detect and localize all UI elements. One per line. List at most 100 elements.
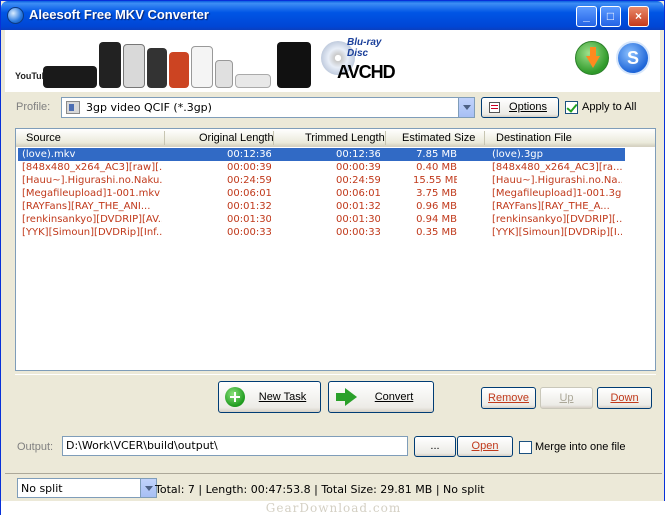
cell-original-length: 00:12:36 — [227, 149, 271, 160]
column-header-source[interactable]: Source — [26, 132, 61, 144]
s-logo-button[interactable]: S — [616, 41, 650, 75]
cell-trimmed-length: 00:00:39 — [336, 162, 380, 173]
cell-source: [Hauu~].Higurashi.no.Naku... — [22, 175, 162, 186]
plus-icon — [225, 387, 245, 407]
cell-destination-file: [Hauu~].Higurashi.no.Na... — [492, 175, 622, 186]
profile-value: 3gp video QCIF (*.3gp) — [86, 101, 212, 114]
cell-original-length: 00:00:39 — [227, 162, 271, 173]
cell-original-length: 00:01:30 — [227, 214, 271, 225]
convert-button[interactable]: Convert — [328, 381, 434, 413]
convert-label: Convert — [374, 391, 414, 403]
window-title: Aleesoft Free MKV Converter — [29, 7, 209, 22]
cell-destination-file: [848x480_x264_AC3][ra... — [492, 162, 622, 173]
cell-trimmed-length: 00:01:30 — [336, 214, 380, 225]
table-row[interactable]: [RAYFans][RAY_THE_ANI... 00:01:32 00:01:32… — [16, 200, 655, 213]
device-banner: YouTube Blu-ray Disc AVCHD S — [5, 30, 660, 92]
walkman-device — [169, 52, 189, 88]
cell-trimmed-length: 00:01:32 — [336, 201, 380, 212]
phone-device — [99, 42, 121, 88]
cell-trimmed-length: 00:06:01 — [336, 188, 380, 199]
avchd-label: AVCHD — [337, 62, 396, 82]
watermark: GearDownload.com — [1, 501, 665, 515]
profile-dropdown[interactable]: 3gp video QCIF (*.3gp) — [61, 97, 475, 118]
ipod-device — [123, 44, 145, 88]
cell-estimated-size: 0.35 MB — [416, 227, 457, 238]
status-summary: Total: 7 | Length: 00:47:53.8 | Total Si… — [155, 483, 485, 496]
column-header-original-length[interactable]: Original Length — [199, 132, 274, 144]
split-value: No split — [21, 482, 63, 495]
cell-source: (love).mkv — [22, 149, 76, 160]
column-header-trimmed-length[interactable]: Trimmed Length — [305, 132, 385, 144]
cell-source: [renkinsankyo][DVDRIP][AV... — [22, 214, 162, 225]
table-row[interactable]: [renkinsankyo][DVDRIP][AV... 00:01:30 00:0… — [16, 213, 655, 226]
cell-estimated-size: 7.85 MB — [416, 149, 457, 160]
minimize-button[interactable]: _ — [576, 6, 597, 27]
ipod-device — [191, 46, 213, 88]
cell-destination-file: [YYK][Simoun][DVDRip][I... — [492, 227, 622, 238]
cell-destination-file: (love).3gp — [492, 149, 544, 160]
profile-label: Profile: — [16, 101, 51, 113]
device-illustration: YouTube — [15, 36, 315, 88]
cell-destination-file: [Megafileupload]1-001.3gp — [492, 188, 622, 199]
options-icon — [489, 102, 500, 113]
list-header: Source Original Length Trimmed Length Es… — [16, 129, 655, 147]
close-button[interactable]: × — [628, 6, 649, 27]
up-button[interactable]: Up — [540, 387, 593, 409]
browse-button[interactable]: ... — [414, 436, 456, 457]
video-file-icon — [66, 101, 80, 114]
new-task-label: New Task — [258, 391, 307, 403]
down-button[interactable]: Down — [597, 387, 652, 409]
console-device — [235, 74, 271, 88]
column-header-destination-file[interactable]: Destination File — [496, 132, 572, 144]
options-button[interactable]: Options — [481, 97, 559, 118]
options-label: Options — [509, 101, 547, 113]
table-row[interactable]: [YYK][Simoun][DVDRip][Inf... 00:00:33 00:0… — [16, 226, 655, 239]
table-row[interactable]: [Hauu~].Higurashi.no.Naku... 00:24:59 00:2… — [16, 174, 655, 187]
cell-estimated-size: 0.40 MB — [416, 162, 457, 173]
profile-row: Profile: 3gp video QCIF (*.3gp) Options … — [11, 93, 656, 121]
cell-original-length: 00:06:01 — [227, 188, 271, 199]
ipad-device — [277, 42, 311, 88]
cell-source: [YYK][Simoun][DVDRip][Inf... — [22, 227, 162, 238]
output-label: Output: — [17, 441, 54, 453]
cell-destination-file: [renkinsankyo][DVDRIP][... — [492, 214, 622, 225]
phone-device — [147, 48, 167, 88]
chevron-down-icon[interactable] — [140, 479, 156, 497]
open-folder-button[interactable]: Open — [457, 436, 513, 457]
split-dropdown[interactable]: No split — [17, 478, 157, 498]
maximize-button[interactable]: □ — [600, 6, 621, 27]
app-icon — [7, 7, 24, 24]
cell-trimmed-length: 00:24:59 — [336, 175, 380, 186]
convert-arrow-icon — [336, 388, 358, 406]
table-row[interactable]: [848x480_x264_AC3][raw][... 00:00:39 00:00… — [16, 161, 655, 174]
output-path-field[interactable]: D:\Work\VCER\build\output\ — [62, 436, 408, 456]
apply-to-all-checkbox[interactable] — [565, 101, 578, 114]
ipod-nano-device — [215, 60, 233, 88]
cell-source: [848x480_x264_AC3][raw][... — [22, 162, 162, 173]
remove-button[interactable]: Remove — [481, 387, 536, 409]
title-bar[interactable]: Aleesoft Free MKV Converter _ □ × — [1, 1, 664, 30]
cell-estimated-size: 3.75 MB — [416, 188, 457, 199]
cell-original-length: 00:00:33 — [227, 227, 271, 238]
file-list[interactable]: Source Original Length Trimmed Length Es… — [15, 128, 656, 371]
bluray-label: Blu-ray Disc — [347, 37, 382, 59]
table-row[interactable]: [Megafileupload]1-001.mkv 00:06:01 00:06:0… — [16, 187, 655, 200]
cell-original-length: 00:01:32 — [227, 201, 271, 212]
column-header-estimated-size[interactable]: Estimated Size — [402, 132, 475, 144]
chevron-down-icon[interactable] — [458, 98, 474, 117]
cell-original-length: 00:24:59 — [227, 175, 271, 186]
merge-checkbox[interactable] — [519, 441, 532, 454]
bluray-avchd-logo: Blu-ray Disc AVCHD — [321, 37, 397, 85]
status-bar: No split Total: 7 | Length: 00:47:53.8 |… — [5, 473, 662, 501]
cell-source: [RAYFans][RAY_THE_ANI... — [22, 201, 151, 212]
apply-to-all-label[interactable]: Apply to All — [582, 101, 636, 113]
cell-trimmed-length: 00:12:36 — [336, 149, 380, 160]
cell-estimated-size: 0.94 MB — [416, 214, 457, 225]
cell-source: [Megafileupload]1-001.mkv — [22, 188, 161, 199]
new-task-button[interactable]: New Task — [218, 381, 321, 413]
merge-label[interactable]: Merge into one file — [535, 441, 626, 453]
cell-estimated-size: 0.96 MB — [416, 201, 457, 212]
table-row[interactable]: (love).mkv 00:12:36 00:12:36 7.85 MB (love).… — [18, 148, 625, 161]
list-rows: (love).mkv 00:12:36 00:12:36 7.85 MB (love).… — [16, 148, 655, 239]
download-icon[interactable] — [575, 41, 609, 75]
